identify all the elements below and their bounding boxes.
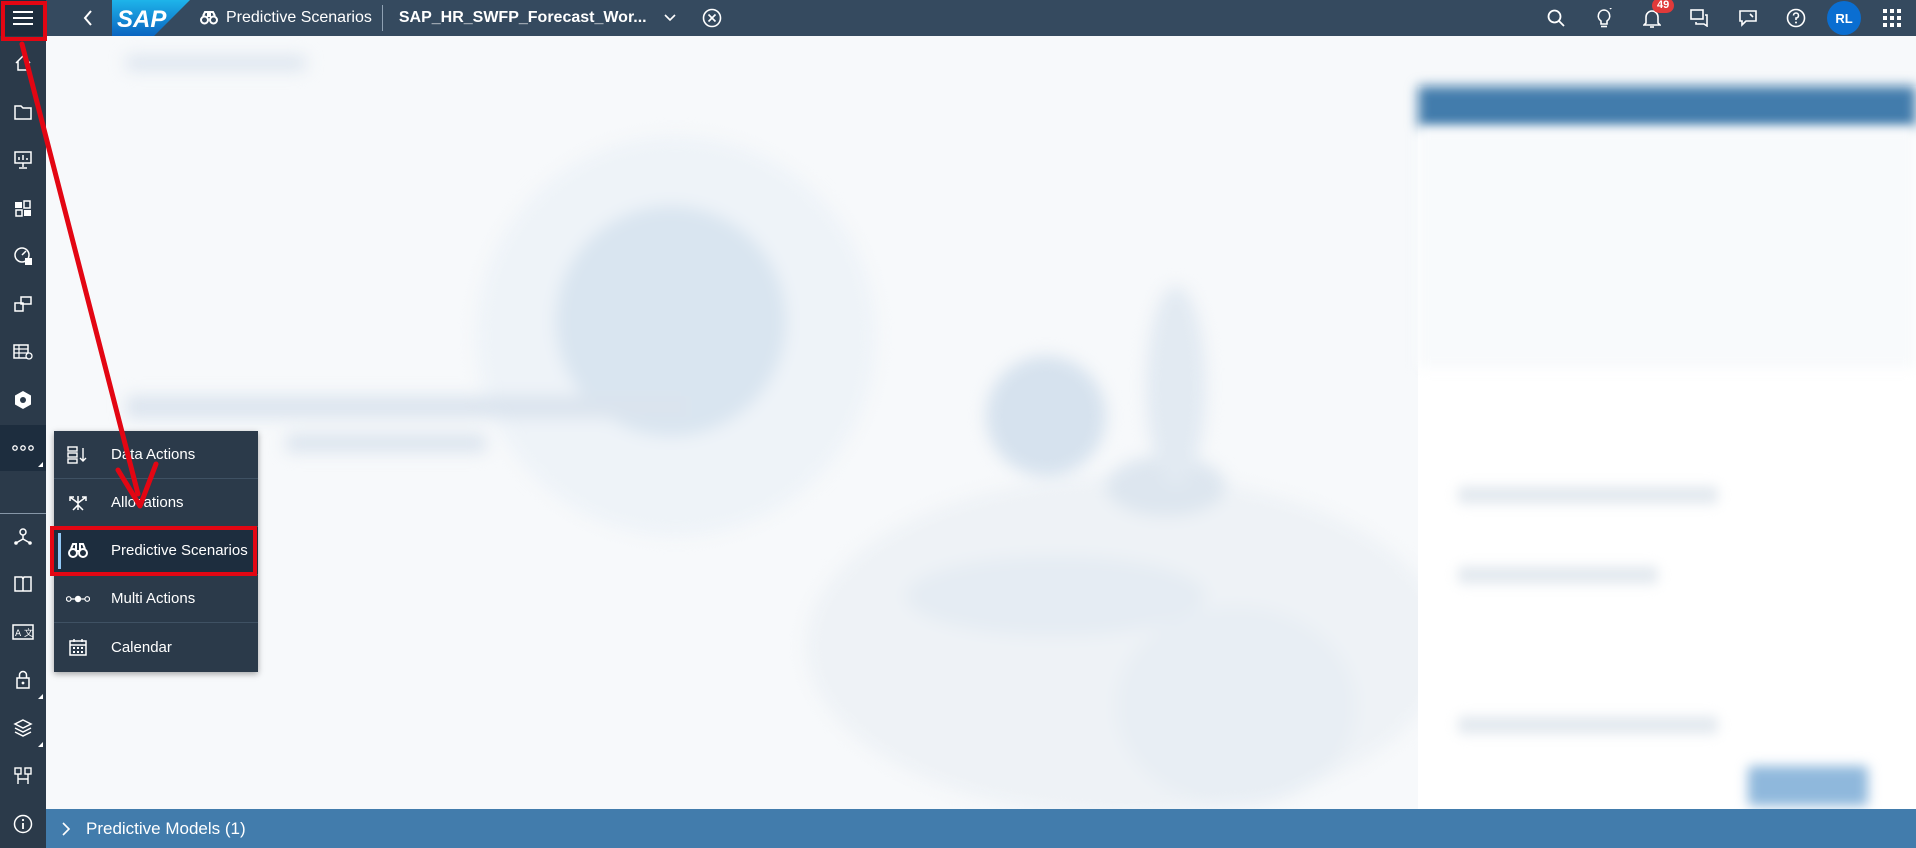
menu-item-label: Calendar xyxy=(111,638,172,656)
notification-count-badge: 49 xyxy=(1652,0,1675,13)
menu-item-allocations[interactable]: Allocations xyxy=(54,479,258,527)
svg-text:SAP: SAP xyxy=(117,6,167,33)
search-icon xyxy=(1547,9,1565,27)
back-button[interactable] xyxy=(68,0,108,36)
close-document-button[interactable] xyxy=(701,7,723,29)
nav-home[interactable] xyxy=(0,40,46,86)
allocations-icon xyxy=(66,491,90,515)
data-actions-icon xyxy=(66,443,90,467)
document-menu-button[interactable] xyxy=(661,9,679,27)
nav-analytic-application[interactable] xyxy=(0,185,46,231)
system-icon xyxy=(13,719,33,737)
discussion-icon xyxy=(1690,9,1708,27)
help-button[interactable] xyxy=(1772,0,1820,36)
multi-actions-icon xyxy=(66,587,90,611)
nav-data-marketplace[interactable] xyxy=(0,377,46,423)
feedback-icon xyxy=(1739,10,1757,27)
menu-item-label: Allocations xyxy=(111,494,184,511)
app-title-label: Predictive Scenarios xyxy=(226,9,372,26)
side-navigation: A文 xyxy=(0,36,46,848)
what-is-new-button[interactable] xyxy=(1580,0,1628,36)
nav-system[interactable] xyxy=(0,705,46,751)
nav-more[interactable] xyxy=(0,425,46,471)
grid-icon xyxy=(1883,9,1901,27)
svg-text:文: 文 xyxy=(24,627,33,639)
discussions-button[interactable] xyxy=(1676,0,1724,36)
predictive-models-bar[interactable]: Predictive Models (1) xyxy=(46,809,1916,848)
connections-icon xyxy=(14,528,32,545)
close-circle-icon xyxy=(702,8,721,28)
main-content-area xyxy=(46,36,1916,809)
menu-item-label: Multi Actions xyxy=(111,590,196,607)
help-icon xyxy=(1786,8,1806,28)
folder-icon xyxy=(14,105,32,120)
details-panel xyxy=(1418,86,1916,809)
notifications-button[interactable]: 49 xyxy=(1628,0,1676,36)
nav-stories[interactable] xyxy=(0,137,46,183)
stories-icon xyxy=(14,151,32,169)
hamburger-highlight-box xyxy=(1,1,47,41)
translation-icon: A文 xyxy=(12,624,34,640)
chevron-down-icon xyxy=(664,14,676,22)
predictive-scenarios-highlight-box xyxy=(50,526,257,576)
menu-item-label: Data Actions xyxy=(111,446,196,463)
product-switch-button[interactable] xyxy=(1868,0,1916,36)
menu-item-calendar[interactable]: Calendar xyxy=(54,623,258,671)
feedback-button[interactable] xyxy=(1724,0,1772,36)
lock-icon xyxy=(16,670,30,689)
deployment-icon xyxy=(14,767,32,784)
predictive-models-label: Predictive Models (1) xyxy=(86,818,246,838)
binoculars-icon xyxy=(200,11,218,25)
nav-security[interactable] xyxy=(0,657,46,703)
nav-info[interactable] xyxy=(0,801,46,847)
modeler-icon xyxy=(13,344,33,360)
nav-catalog[interactable] xyxy=(0,561,46,607)
document-title[interactable]: SAP_HR_SWFP_Forecast_Wor... xyxy=(399,9,647,27)
data-marketplace-icon xyxy=(15,391,31,409)
nav-data-analyzer[interactable] xyxy=(0,281,46,327)
catalog-icon xyxy=(14,576,32,592)
menu-item-data-actions[interactable]: Data Actions xyxy=(54,431,258,479)
lightbulb-icon xyxy=(1597,8,1612,28)
data-analyzer-icon xyxy=(14,296,32,312)
nav-files[interactable] xyxy=(0,89,46,135)
user-avatar[interactable]: RL xyxy=(1827,1,1861,35)
nav-deployment[interactable] xyxy=(0,753,46,799)
chevron-right-icon xyxy=(46,821,86,836)
calendar-icon xyxy=(66,635,90,659)
shell-bar: SAP Predictive Scenarios SAP_HR_SWFP_For… xyxy=(0,0,1916,36)
analytic-app-icon xyxy=(15,200,31,217)
home-icon xyxy=(15,54,31,71)
search-button[interactable] xyxy=(1532,0,1580,36)
app-title[interactable]: Predictive Scenarios xyxy=(200,5,383,31)
nav-translation[interactable]: A文 xyxy=(0,609,46,655)
menu-item-multi-actions[interactable]: Multi Actions xyxy=(54,575,258,623)
sap-logo[interactable]: SAP xyxy=(112,0,190,36)
nav-digital-boardroom[interactable] xyxy=(0,233,46,279)
nav-modeler[interactable] xyxy=(0,329,46,375)
nav-connections[interactable] xyxy=(0,513,46,559)
chevron-left-icon xyxy=(83,10,92,26)
info-icon xyxy=(13,814,33,834)
digital-boardroom-icon xyxy=(14,247,32,265)
svg-text:A: A xyxy=(15,629,22,639)
more-icon xyxy=(12,445,34,451)
